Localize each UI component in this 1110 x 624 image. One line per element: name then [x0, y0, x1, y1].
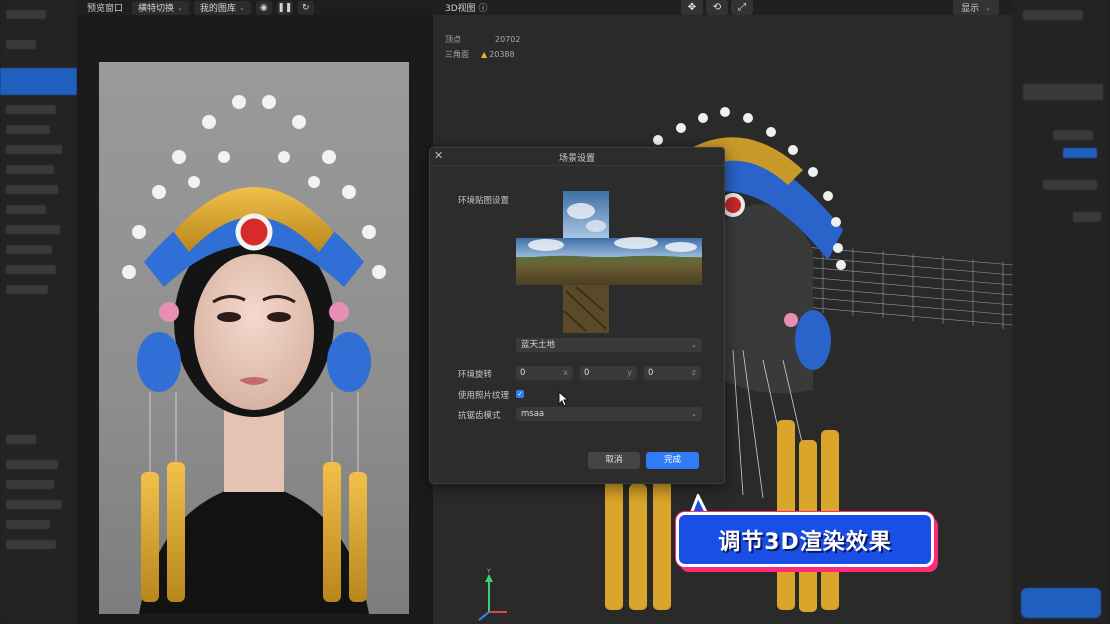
- left-panel-row: [6, 145, 62, 154]
- axis-x-label: x: [563, 368, 568, 377]
- environment-cubemap-preview: [516, 191, 702, 333]
- my-library-label: 我的图库: [199, 4, 236, 14]
- right-panel-row: [1023, 10, 1083, 20]
- camera-icon[interactable]: ◉: [255, 0, 272, 15]
- left-panel-row: [6, 165, 54, 174]
- preview-toolbar: 预览窗口 横特切换 ⌄ 我的图库 ⌄ ◉ ❚❚ ↻: [77, 0, 433, 15]
- dialog-title: 场景设置: [558, 154, 595, 164]
- photo-texture-checkbox[interactable]: ✓: [516, 390, 524, 398]
- photo-texture-label: 使用照片纹理: [458, 391, 510, 401]
- right-panel-row: [1023, 84, 1103, 100]
- preview-photo: [99, 62, 409, 614]
- caption-tail: [689, 494, 709, 514]
- pause-icon[interactable]: ❚❚: [276, 0, 293, 15]
- my-library-dropdown[interactable]: 我的图库 ⌄: [193, 0, 251, 15]
- caption-text: 调节3D渲染效果: [718, 530, 892, 555]
- env-map-label: 环境贴图设置: [458, 196, 510, 206]
- preview-window: 预览窗口 横特切换 ⌄ 我的图库 ⌄ ◉ ❚❚ ↻: [77, 0, 433, 624]
- chevron-down-icon: ⌄: [177, 3, 183, 12]
- env-map-select[interactable]: 蓝天土地 ⌄: [516, 338, 702, 352]
- left-panel-row: [6, 225, 60, 234]
- left-panel-row: [6, 265, 56, 274]
- preview-title: 预览窗口: [87, 4, 124, 14]
- mouse-cursor-icon: [558, 391, 570, 407]
- chevron-down-icon: ⌄: [691, 410, 697, 418]
- right-app-panel: [1013, 0, 1110, 624]
- rotation-y-value: 0: [584, 368, 590, 378]
- dialog-header: ✕ 场景设置: [430, 148, 724, 166]
- done-button[interactable]: 完成: [646, 452, 699, 469]
- left-panel-row: [6, 245, 52, 254]
- left-panel-row: [6, 285, 48, 294]
- rotation-z-input[interactable]: 0 z: [644, 366, 701, 380]
- scene-settings-dialog: ✕ 场景设置 环境贴图设置 蓝天土地 ⌄ 环境旋转 0 x 0 y 0 z 使用…: [429, 147, 725, 484]
- left-panel-row: [6, 125, 50, 134]
- refresh-icon[interactable]: ↻: [297, 0, 314, 15]
- svg-text:Y: Y: [486, 568, 491, 575]
- left-panel-row: [6, 480, 54, 489]
- chevron-down-icon: ⌄: [238, 3, 245, 12]
- left-panel-row: [6, 540, 56, 549]
- caption-banner: 调节3D渲染效果: [676, 512, 934, 567]
- left-panel-row: [6, 435, 36, 444]
- antialias-select[interactable]: msaa ⌄: [516, 407, 702, 421]
- left-panel-row: [6, 40, 36, 49]
- left-panel-row: [6, 105, 56, 114]
- left-panel-row: [6, 460, 58, 469]
- left-app-panel: [0, 0, 77, 624]
- left-panel-row: [6, 205, 46, 214]
- left-panel-row: [6, 10, 46, 19]
- mode-switch-label: 横特切换: [138, 4, 175, 14]
- left-panel-selected-item[interactable]: [0, 68, 77, 95]
- rotation-x-value: 0: [520, 368, 526, 378]
- left-panel-row: [6, 500, 62, 509]
- headdress-portrait-image: [122, 95, 386, 614]
- right-panel-row: [1053, 130, 1093, 140]
- rotation-x-input[interactable]: 0 x: [516, 366, 573, 380]
- rotation-y-input[interactable]: 0 y: [580, 366, 637, 380]
- left-panel-row: [6, 520, 50, 529]
- right-panel-primary-button[interactable]: [1021, 588, 1101, 618]
- axis-y-label: y: [627, 368, 632, 377]
- env-map-select-value: 蓝天土地: [521, 340, 556, 350]
- rotation-z-value: 0: [648, 368, 654, 378]
- right-panel-row: [1043, 180, 1097, 190]
- right-panel-row: [1073, 212, 1101, 222]
- mode-switch-dropdown[interactable]: 横特切换 ⌄: [132, 0, 189, 15]
- left-panel-row: [6, 185, 58, 194]
- axis-z-label: z: [691, 368, 696, 377]
- env-rotation-label: 环境旋转: [458, 370, 493, 380]
- cancel-button[interactable]: 取消: [588, 452, 640, 469]
- antialias-select-value: msaa: [521, 409, 545, 419]
- right-panel-row: [1063, 148, 1097, 158]
- chevron-down-icon: ⌄: [691, 341, 697, 349]
- axis-gizmo: Y: [478, 568, 507, 621]
- antialias-label: 抗锯齿模式: [458, 411, 501, 421]
